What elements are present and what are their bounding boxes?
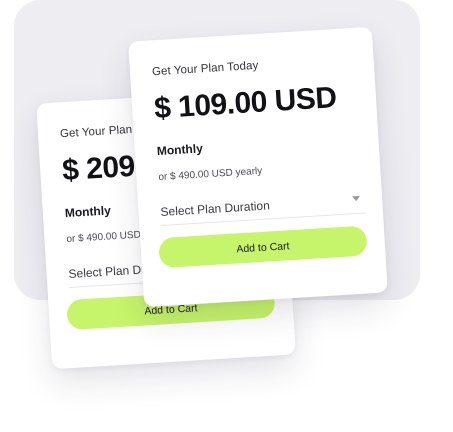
plan-duration-select[interactable]: Select Plan Duration bbox=[160, 192, 366, 227]
add-to-cart-button[interactable]: Add to Cart bbox=[158, 225, 368, 269]
plan-duration-placeholder: Select Plan Duration bbox=[160, 198, 271, 220]
caret-down-icon bbox=[351, 195, 361, 202]
plan-name: Monthly bbox=[156, 141, 204, 159]
card-price: $ 109.00 USD bbox=[153, 81, 338, 126]
pricing-card-front: Get Your Plan Today $ 109.00 USD Monthly… bbox=[128, 26, 388, 308]
card-eyebrow: Get Your Plan Today bbox=[151, 59, 259, 79]
pricing-illustration: Get Your Plan Today $ 209.00 USD Monthly… bbox=[0, 0, 453, 432]
plan-yearly-note: or $ 490.00 USD yearly bbox=[158, 165, 263, 184]
